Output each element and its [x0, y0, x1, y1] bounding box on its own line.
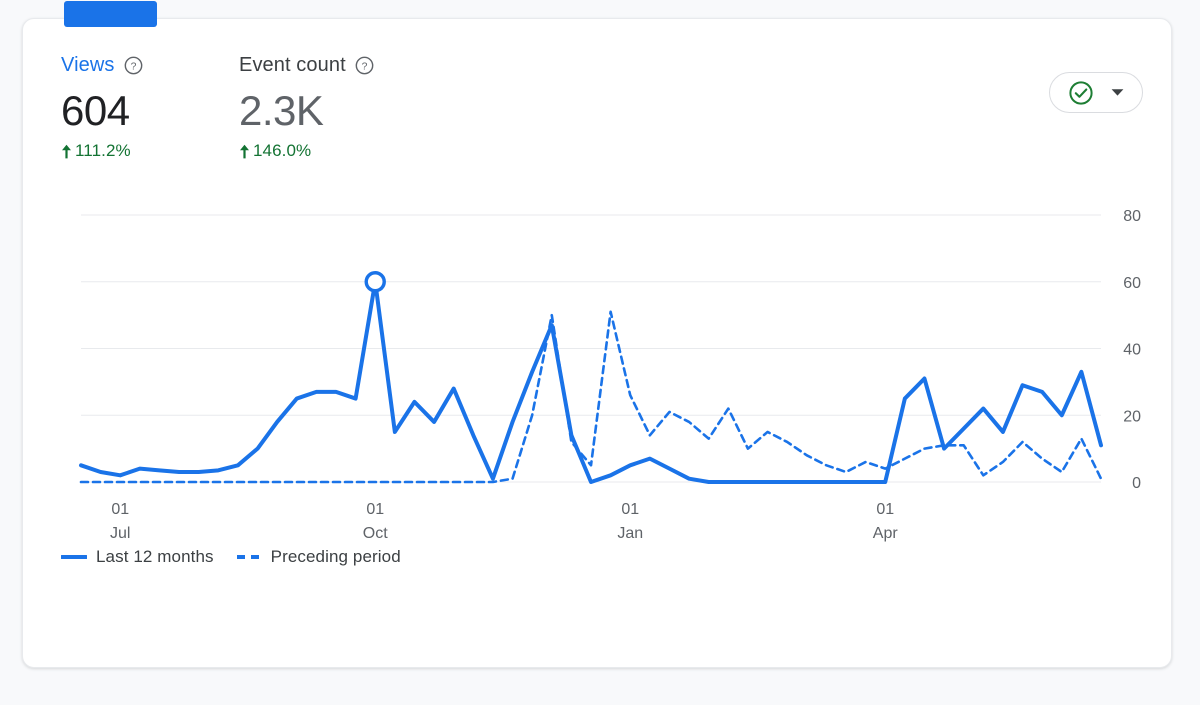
x-tick-day: 01: [366, 501, 384, 518]
check-circle-icon[interactable]: [1068, 80, 1094, 106]
y-tick-label: 60: [1123, 275, 1141, 292]
metric-views[interactable]: Views ? 604 111.2%: [61, 53, 239, 161]
svg-text:?: ?: [361, 61, 367, 72]
y-tick-label: 80: [1123, 208, 1141, 225]
series-line-preceding-period: [81, 312, 1101, 482]
trend-chart-svg[interactable]: 0 20 40 60 80 01 Jul 01 Oct 01 Jan 01 Apr: [23, 189, 1173, 589]
x-tick-day: 01: [111, 501, 129, 518]
chevron-down-icon[interactable]: [1111, 88, 1124, 97]
metrics-summary: Views ? 604 111.2%: [61, 53, 417, 161]
metric-event-count-label[interactable]: Event count: [239, 54, 346, 77]
x-tick-day: 01: [876, 501, 894, 518]
series-line-last-12-months: [81, 282, 1101, 482]
trend-chart[interactable]: 0 20 40 60 80 01 Jul 01 Oct 01 Jan 01 Apr: [23, 189, 1173, 609]
metric-chart-card: Views ? 604 111.2%: [22, 18, 1172, 668]
metric-event-count-value: 2.3K: [239, 85, 417, 137]
metric-views-header: Views ?: [61, 53, 239, 77]
x-tick-month: Jul: [110, 525, 130, 542]
svg-text:?: ?: [130, 61, 136, 72]
legend-label-last-12-months: Last 12 months: [96, 547, 214, 567]
legend-label-preceding-period: Preceding period: [271, 547, 401, 567]
chart-x-axis-labels: 01 Jul 01 Oct 01 Jan 01 Apr: [110, 501, 898, 542]
x-tick-month: Oct: [363, 525, 388, 542]
chart-legend: Last 12 months Preceding period: [61, 547, 401, 567]
arrow-up-icon: [239, 144, 250, 159]
y-tick-label: 0: [1132, 475, 1141, 492]
metric-views-label[interactable]: Views: [61, 54, 115, 77]
highlight-point-marker[interactable]: [366, 273, 384, 291]
chart-series-layer: [81, 282, 1101, 482]
metric-event-count-delta-value: 146.0%: [253, 141, 311, 161]
analytics-page: Views ? 604 111.2%: [0, 0, 1200, 705]
metric-event-count[interactable]: Event count ? 2.3K 146.0: [239, 53, 417, 161]
x-tick-day: 01: [621, 501, 639, 518]
y-tick-label: 20: [1123, 408, 1141, 425]
x-tick-month: Jan: [617, 525, 643, 542]
legend-dashed-line-icon: [236, 554, 262, 560]
legend-item-last-12-months[interactable]: Last 12 months: [61, 547, 214, 567]
y-tick-label: 40: [1123, 342, 1141, 359]
active-tab-indicator[interactable]: [64, 1, 157, 27]
metric-views-delta: 111.2%: [61, 141, 239, 161]
legend-solid-line-icon: [61, 554, 87, 560]
help-circle-icon[interactable]: ?: [355, 56, 374, 75]
metric-views-value: 604: [61, 85, 239, 137]
arrow-up-icon: [61, 144, 72, 159]
comparison-status-dropdown[interactable]: [1049, 72, 1143, 113]
x-tick-month: Apr: [873, 525, 899, 542]
metric-event-count-header: Event count ?: [239, 53, 417, 77]
chart-y-axis-labels: 0 20 40 60 80: [1123, 208, 1141, 492]
metric-views-delta-value: 111.2%: [75, 141, 131, 161]
help-circle-icon[interactable]: ?: [124, 56, 143, 75]
legend-item-preceding-period[interactable]: Preceding period: [236, 547, 401, 567]
metric-event-count-delta: 146.0%: [239, 141, 417, 161]
chart-highlight-marker[interactable]: [366, 273, 384, 291]
